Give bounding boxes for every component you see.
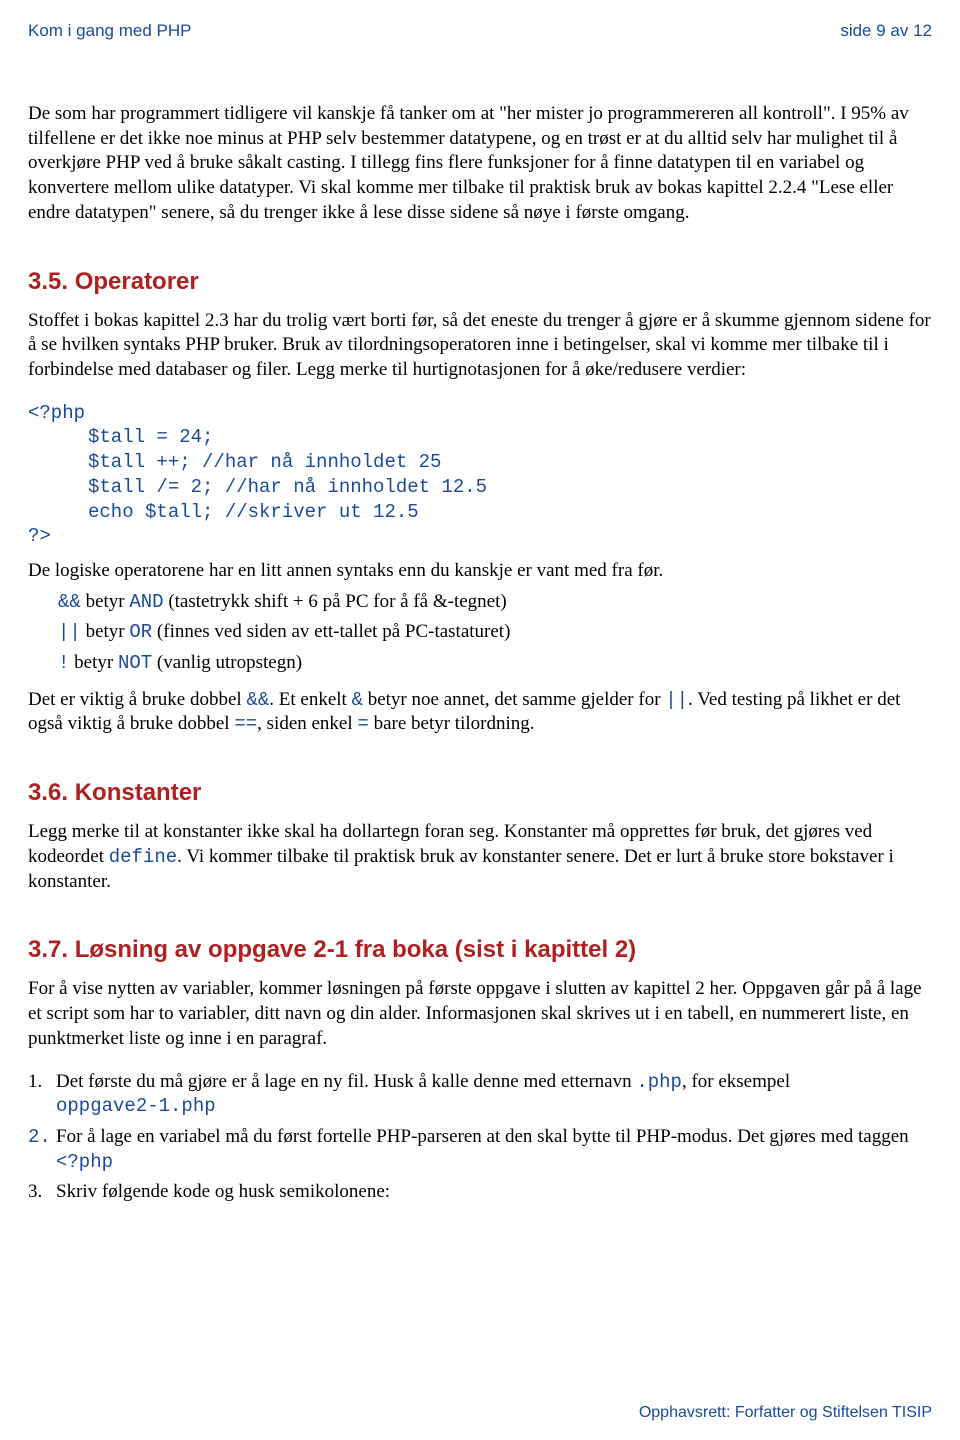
operator-not-row: ! betyr NOT (vanlig utropstegn): [58, 651, 932, 676]
code-line: $tall /= 2; //har nå innholdet 12.5: [88, 475, 932, 500]
text: Det første du må gjøre er å lage en ny f…: [56, 1071, 636, 1092]
not-symbol: !: [58, 652, 69, 674]
and-word: AND: [129, 591, 163, 613]
text: For å lage en variabel må du først forte…: [56, 1126, 909, 1147]
list-number: 3.: [28, 1180, 56, 1205]
header-right: side 9 av 12: [840, 20, 932, 42]
operatorer-p2: De logiske operatorene har en litt annen…: [28, 559, 932, 584]
list-body: Skriv følgende kode og husk semikolonene…: [56, 1180, 390, 1205]
text: bare betyr tilordning.: [369, 713, 535, 734]
and-symbol: &&: [58, 591, 81, 613]
inline-code: oppgave2-1.php: [56, 1095, 216, 1117]
list-item: 1. Det første du må gjøre er å lage en n…: [28, 1070, 932, 1119]
list-item: 2. For å lage en variabel må du først fo…: [28, 1125, 932, 1174]
or-word: OR: [129, 621, 152, 643]
heading-losning: 3.7. Løsning av oppgave 2-1 fra boka (si…: [28, 934, 932, 965]
text: , siden enkel: [257, 713, 357, 734]
list-body: For å lage en variabel må du først forte…: [56, 1125, 932, 1174]
inline-code: define: [109, 846, 177, 868]
text: betyr: [81, 621, 130, 642]
inline-code: ||: [665, 689, 688, 711]
text: , for eksempel: [682, 1071, 790, 1092]
inline-code: &: [352, 689, 363, 711]
code-block-1: <?php $tall = 24; $tall ++; //har nå inn…: [28, 401, 932, 549]
text: Det er viktig å bruke dobbel: [28, 689, 246, 710]
heading-operatorer: 3.5. Operatorer: [28, 266, 932, 297]
text: betyr noe annet, det samme gjelder for: [363, 689, 665, 710]
operator-and-row: && betyr AND (tastetrykk shift + 6 på PC…: [58, 590, 932, 615]
header-left: Kom i gang med PHP: [28, 20, 191, 42]
inline-code: ==: [234, 713, 257, 735]
list-body: Det første du må gjøre er å lage en ny f…: [56, 1070, 932, 1119]
page-header: Kom i gang med PHP side 9 av 12: [28, 20, 932, 42]
list-number: 2.: [28, 1125, 56, 1174]
text: (vanlig utropstegn): [152, 652, 302, 673]
code-line: $tall ++; //har nå innholdet 25: [88, 450, 932, 475]
intro-paragraph: De som har programmert tidligere vil kan…: [28, 102, 932, 225]
heading-konstanter: 3.6. Konstanter: [28, 777, 932, 808]
text: . Et enkelt: [269, 689, 351, 710]
code-line: echo $tall; //skriver ut 12.5: [88, 500, 932, 525]
konstanter-p1: Legg merke til at konstanter ikke skal h…: [28, 820, 932, 894]
list-item: 3. Skriv følgende kode og husk semikolon…: [28, 1180, 932, 1205]
text: (finnes ved siden av ett-tallet på PC-ta…: [152, 621, 510, 642]
inline-code: &&: [246, 689, 269, 711]
operator-or-row: || betyr OR (finnes ved siden av ett-tal…: [58, 620, 932, 645]
text: (tastetrykk shift + 6 på PC for å få &-t…: [164, 591, 507, 612]
page-footer: Opphavsrett: Forfatter og Stiftelsen TIS…: [639, 1403, 932, 1424]
not-word: NOT: [118, 652, 152, 674]
inline-code: <?php: [56, 1151, 113, 1173]
losning-p1: For å vise nytten av variabler, kommer l…: [28, 977, 932, 1051]
inline-code: =: [357, 713, 368, 735]
operatorer-p1: Stoffet i bokas kapittel 2.3 har du trol…: [28, 309, 932, 383]
inline-code: .php: [636, 1071, 682, 1093]
list-number: 1.: [28, 1070, 56, 1119]
code-open-tag: <?php: [28, 401, 932, 426]
code-line: $tall = 24;: [88, 425, 932, 450]
text: betyr: [69, 652, 118, 673]
text: .: [688, 689, 693, 710]
code-close-tag: ?>: [28, 524, 932, 549]
text: betyr: [81, 591, 130, 612]
operatorer-p3: Det er viktig å bruke dobbel &&. Et enke…: [28, 688, 932, 737]
or-symbol: ||: [58, 621, 81, 643]
